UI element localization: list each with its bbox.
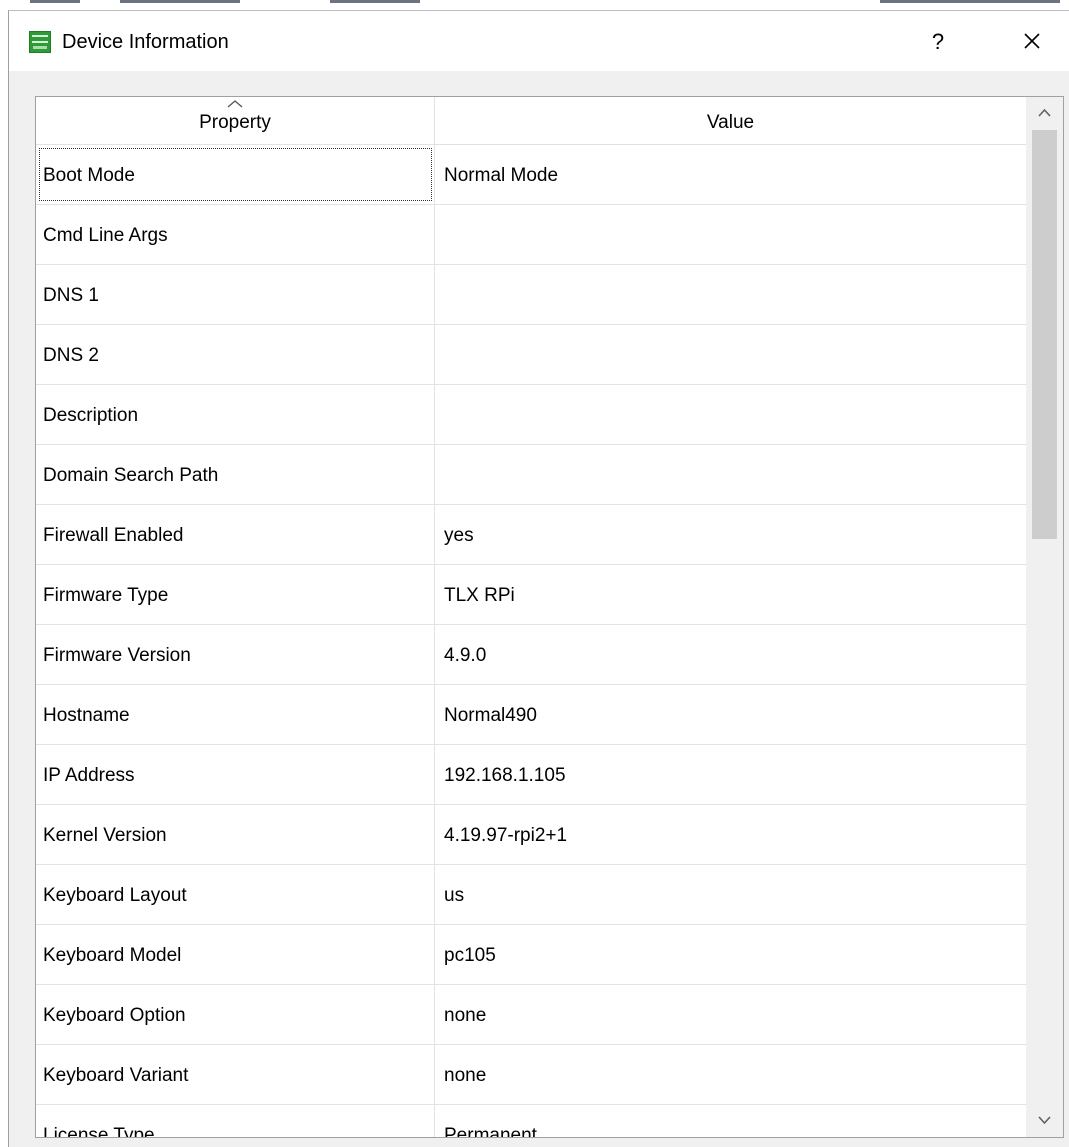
value-cell[interactable]: yes (435, 505, 1026, 564)
table-row[interactable]: Keyboard Option none (36, 985, 1026, 1045)
property-cell[interactable]: DNS 1 (36, 265, 435, 324)
value-cell[interactable]: Normal Mode (435, 145, 1026, 204)
table-row[interactable]: Hostname Normal490 (36, 685, 1026, 745)
vertical-scrollbar[interactable] (1026, 97, 1063, 1137)
property-table: Property Value Boot Mode Normal Mode Cmd L… (35, 96, 1064, 1138)
value-cell[interactable]: 4.19.97-rpi2+1 (435, 805, 1026, 864)
table-row[interactable]: Keyboard Layout us (36, 865, 1026, 925)
table-row[interactable]: Domain Search Path (36, 445, 1026, 505)
value-cell[interactable]: 4.9.0 (435, 625, 1026, 684)
property-cell[interactable]: Firmware Version (36, 625, 435, 684)
close-icon (1024, 33, 1040, 49)
column-header-property[interactable]: Property (36, 97, 435, 145)
property-cell[interactable]: Boot Mode (36, 145, 435, 204)
scrollbar-thumb[interactable] (1032, 130, 1057, 539)
property-cell[interactable]: IP Address (36, 745, 435, 804)
property-cell[interactable]: Firewall Enabled (36, 505, 435, 564)
property-cell[interactable]: Keyboard Option (36, 985, 435, 1044)
title-bar: Device Information ? (9, 11, 1069, 71)
column-header-value[interactable]: Value (435, 97, 1026, 145)
table-row[interactable]: Cmd Line Args (36, 205, 1026, 265)
value-cell[interactable]: Permanent (435, 1105, 1026, 1137)
value-cell[interactable]: us (435, 865, 1026, 924)
chevron-up-icon (227, 100, 243, 108)
value-cell[interactable] (435, 325, 1026, 384)
table-row[interactable]: Boot Mode Normal Mode (36, 145, 1026, 205)
chevron-up-icon (1038, 108, 1051, 117)
table-row[interactable]: License Type Permanent (36, 1105, 1026, 1137)
value-cell[interactable]: TLX RPi (435, 565, 1026, 624)
value-cell[interactable]: 192.168.1.105 (435, 745, 1026, 804)
property-cell[interactable]: Hostname (36, 685, 435, 744)
table-row[interactable]: Firmware Version 4.9.0 (36, 625, 1026, 685)
table-row[interactable]: DNS 2 (36, 325, 1026, 385)
property-cell[interactable]: Firmware Type (36, 565, 435, 624)
value-cell[interactable] (435, 385, 1026, 444)
property-cell[interactable]: Cmd Line Args (36, 205, 435, 264)
background-window (0, 0, 1069, 10)
scroll-up-button[interactable] (1026, 97, 1063, 129)
table-body: Boot Mode Normal Mode Cmd Line Args DNS 1 DN… (36, 145, 1026, 1137)
value-cell[interactable]: none (435, 985, 1026, 1044)
close-button[interactable] (1009, 25, 1055, 59)
value-cell[interactable] (435, 265, 1026, 324)
property-cell[interactable]: Description (36, 385, 435, 444)
column-label-property: Property (199, 112, 271, 133)
table-row[interactable]: Keyboard Model pc105 (36, 925, 1026, 985)
value-cell[interactable]: Normal490 (435, 685, 1026, 744)
table-row[interactable]: Firmware Type TLX RPi (36, 565, 1026, 625)
property-cell[interactable]: Keyboard Variant (36, 1045, 435, 1104)
table-row[interactable]: Firewall Enabled yes (36, 505, 1026, 565)
property-cell[interactable]: Domain Search Path (36, 445, 435, 504)
value-cell[interactable] (435, 445, 1026, 504)
table-row[interactable]: Description (36, 385, 1026, 445)
column-label-value: Value (706, 112, 755, 133)
property-cell[interactable]: Keyboard Model (36, 925, 435, 984)
table-row[interactable]: Kernel Version 4.19.97-rpi2+1 (36, 805, 1026, 865)
value-cell[interactable]: none (435, 1045, 1026, 1104)
property-cell[interactable]: DNS 2 (36, 325, 435, 384)
dialog-title: Device Information (62, 31, 229, 53)
chevron-down-icon (1038, 1116, 1051, 1125)
property-cell[interactable]: License Type (36, 1105, 435, 1137)
help-button[interactable]: ? (917, 25, 959, 59)
device-information-dialog: Device Information ? Property Value Boot… (8, 10, 1069, 1147)
table-row[interactable]: DNS 1 (36, 265, 1026, 325)
value-cell[interactable]: pc105 (435, 925, 1026, 984)
table-row[interactable]: Keyboard Variant none (36, 1045, 1026, 1105)
value-cell[interactable] (435, 205, 1026, 264)
table-header: Property Value (36, 97, 1026, 145)
table-row[interactable]: IP Address 192.168.1.105 (36, 745, 1026, 805)
app-icon (29, 31, 51, 53)
property-cell[interactable]: Kernel Version (36, 805, 435, 864)
scroll-down-button[interactable] (1026, 1105, 1063, 1137)
property-cell[interactable]: Keyboard Layout (36, 865, 435, 924)
